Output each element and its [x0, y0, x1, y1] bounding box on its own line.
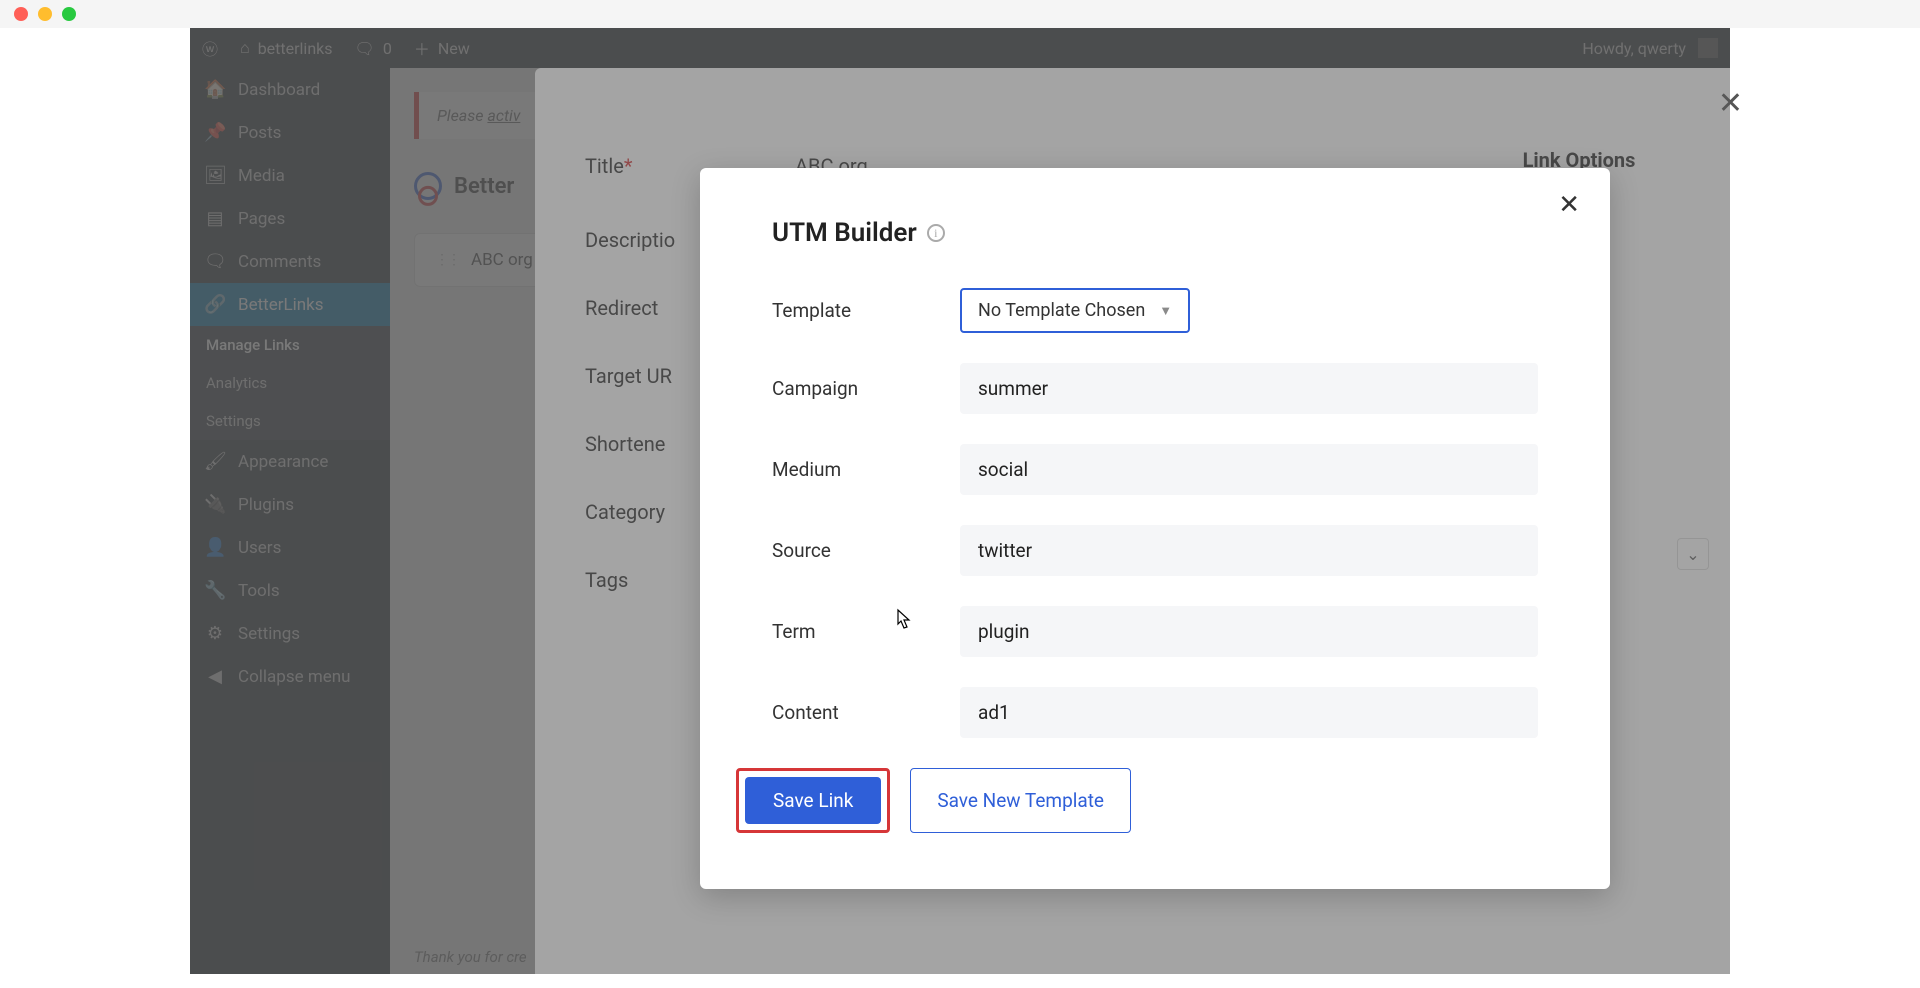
template-label: Template — [772, 299, 960, 322]
mac-close-dot[interactable] — [14, 7, 28, 21]
source-input[interactable] — [960, 525, 1538, 576]
close-icon[interactable]: ✕ — [1558, 190, 1580, 220]
save-link-highlight: Save Link — [736, 768, 890, 833]
content-label: Content — [772, 701, 960, 724]
utm-modal-title: UTM Builder — [772, 218, 917, 248]
chevron-down-icon: ▼ — [1159, 303, 1172, 319]
mac-window-chrome — [0, 0, 1920, 28]
medium-input[interactable] — [960, 444, 1538, 495]
template-select[interactable]: No Template Chosen ▼ — [960, 288, 1190, 333]
mac-minimize-dot[interactable] — [38, 7, 52, 21]
term-input[interactable] — [960, 606, 1538, 657]
utm-builder-modal: ✕ UTM Builder i Template No Template Cho… — [700, 168, 1610, 889]
content-input[interactable] — [960, 687, 1538, 738]
mac-zoom-dot[interactable] — [62, 7, 76, 21]
save-new-template-button[interactable]: Save New Template — [910, 768, 1131, 833]
medium-label: Medium — [772, 458, 960, 481]
info-icon[interactable]: i — [927, 224, 945, 242]
template-selected-value: No Template Chosen — [978, 300, 1145, 321]
save-link-button[interactable]: Save Link — [745, 777, 881, 824]
term-label: Term — [772, 620, 960, 643]
campaign-input[interactable] — [960, 363, 1538, 414]
campaign-label: Campaign — [772, 377, 960, 400]
source-label: Source — [772, 539, 960, 562]
